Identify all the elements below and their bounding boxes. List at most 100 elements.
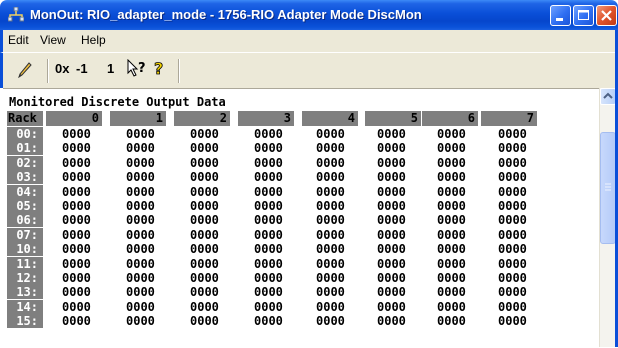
data-cell[interactable]: 0000 [437,170,466,184]
data-cell[interactable]: 0000 [254,185,283,199]
data-cell[interactable]: 0000 [62,257,91,271]
data-cell[interactable]: 0000 [254,156,283,170]
data-cell[interactable]: 0000 [254,228,283,242]
data-cell[interactable]: 0000 [254,242,283,256]
data-cell[interactable]: 0000 [190,285,219,299]
data-cell[interactable]: 0000 [126,285,155,299]
data-cell[interactable]: 0000 [498,213,527,227]
data-cell[interactable]: 0000 [126,127,155,141]
data-cell[interactable]: 0000 [377,127,406,141]
data-cell[interactable]: 0000 [498,285,527,299]
data-cell[interactable]: 0000 [62,185,91,199]
menu-view[interactable]: View [40,33,66,47]
data-cell[interactable]: 0000 [190,141,219,155]
data-cell[interactable]: 0000 [498,199,527,213]
data-cell[interactable]: 0000 [498,141,527,155]
data-cell[interactable]: 0000 [190,185,219,199]
data-cell[interactable]: 0000 [377,242,406,256]
maximize-button[interactable] [573,5,594,26]
data-cell[interactable]: 0000 [316,170,345,184]
data-cell[interactable]: 0000 [126,199,155,213]
data-cell[interactable]: 0000 [126,141,155,155]
data-cell[interactable]: 0000 [437,314,466,328]
data-cell[interactable]: 0000 [62,170,91,184]
context-help-arrow-icon[interactable]: ? [127,58,149,84]
data-cell[interactable]: 0000 [437,141,466,155]
data-cell[interactable]: 0000 [377,199,406,213]
data-cell[interactable]: 0000 [437,156,466,170]
one-button[interactable]: 1 [107,61,114,76]
data-cell[interactable]: 0000 [190,228,219,242]
data-cell[interactable]: 0000 [437,242,466,256]
scroll-up-button[interactable] [600,88,616,105]
help-question-icon[interactable]: ? [153,59,167,84]
data-cell[interactable]: 0000 [190,170,219,184]
data-cell[interactable]: 0000 [190,242,219,256]
data-cell[interactable]: 0000 [377,257,406,271]
data-cell[interactable]: 0000 [62,285,91,299]
data-cell[interactable]: 0000 [498,228,527,242]
data-cell[interactable]: 0000 [377,300,406,314]
data-cell[interactable]: 0000 [377,156,406,170]
data-cell[interactable]: 0000 [190,271,219,285]
hex-button[interactable]: 0x [55,61,69,76]
data-cell[interactable]: 0000 [254,127,283,141]
minimize-button[interactable] [550,5,571,26]
data-cell[interactable]: 0000 [254,314,283,328]
data-cell[interactable]: 0000 [316,199,345,213]
data-cell[interactable]: 0000 [437,213,466,227]
pencil-icon[interactable] [18,62,32,83]
data-cell[interactable]: 0000 [62,242,91,256]
menu-edit[interactable]: Edit [8,33,29,47]
data-cell[interactable]: 0000 [126,156,155,170]
data-cell[interactable]: 0000 [190,213,219,227]
data-cell[interactable]: 0000 [498,314,527,328]
data-cell[interactable]: 0000 [62,271,91,285]
data-cell[interactable]: 0000 [62,300,91,314]
data-cell[interactable]: 0000 [316,185,345,199]
data-cell[interactable]: 0000 [190,314,219,328]
data-cell[interactable]: 0000 [437,228,466,242]
data-cell[interactable]: 0000 [498,156,527,170]
menu-help[interactable]: Help [81,33,106,47]
data-cell[interactable]: 0000 [62,228,91,242]
data-cell[interactable]: 0000 [316,242,345,256]
close-button[interactable] [596,5,617,26]
data-cell[interactable]: 0000 [498,257,527,271]
vertical-scrollbar[interactable] [599,88,616,347]
data-cell[interactable]: 0000 [498,185,527,199]
data-cell[interactable]: 0000 [190,257,219,271]
data-cell[interactable]: 0000 [316,314,345,328]
data-cell[interactable]: 0000 [126,228,155,242]
data-cell[interactable]: 0000 [316,156,345,170]
data-cell[interactable]: 0000 [190,199,219,213]
data-cell[interactable]: 0000 [437,185,466,199]
data-cell[interactable]: 0000 [377,185,406,199]
data-cell[interactable]: 0000 [437,199,466,213]
data-cell[interactable]: 0000 [377,228,406,242]
data-cell[interactable]: 0000 [377,314,406,328]
minus-one-button[interactable]: -1 [76,61,88,76]
data-cell[interactable]: 0000 [62,213,91,227]
title-bar[interactable]: MonOut: RIO_adapter_mode - 1756-RIO Adap… [0,0,618,30]
data-cell[interactable]: 0000 [498,300,527,314]
data-cell[interactable]: 0000 [254,213,283,227]
data-cell[interactable]: 0000 [126,213,155,227]
data-cell[interactable]: 0000 [498,127,527,141]
data-cell[interactable]: 0000 [254,285,283,299]
data-cell[interactable]: 0000 [498,271,527,285]
data-cell[interactable]: 0000 [62,199,91,213]
data-cell[interactable]: 0000 [437,271,466,285]
data-cell[interactable]: 0000 [377,141,406,155]
data-cell[interactable]: 0000 [377,213,406,227]
data-cell[interactable]: 0000 [316,141,345,155]
data-cell[interactable]: 0000 [190,156,219,170]
data-cell[interactable]: 0000 [437,285,466,299]
data-cell[interactable]: 0000 [316,285,345,299]
data-cell[interactable]: 0000 [62,314,91,328]
data-cell[interactable]: 0000 [316,257,345,271]
data-cell[interactable]: 0000 [254,300,283,314]
scroll-thumb[interactable] [600,132,616,244]
data-cell[interactable]: 0000 [316,213,345,227]
data-cell[interactable]: 0000 [437,127,466,141]
